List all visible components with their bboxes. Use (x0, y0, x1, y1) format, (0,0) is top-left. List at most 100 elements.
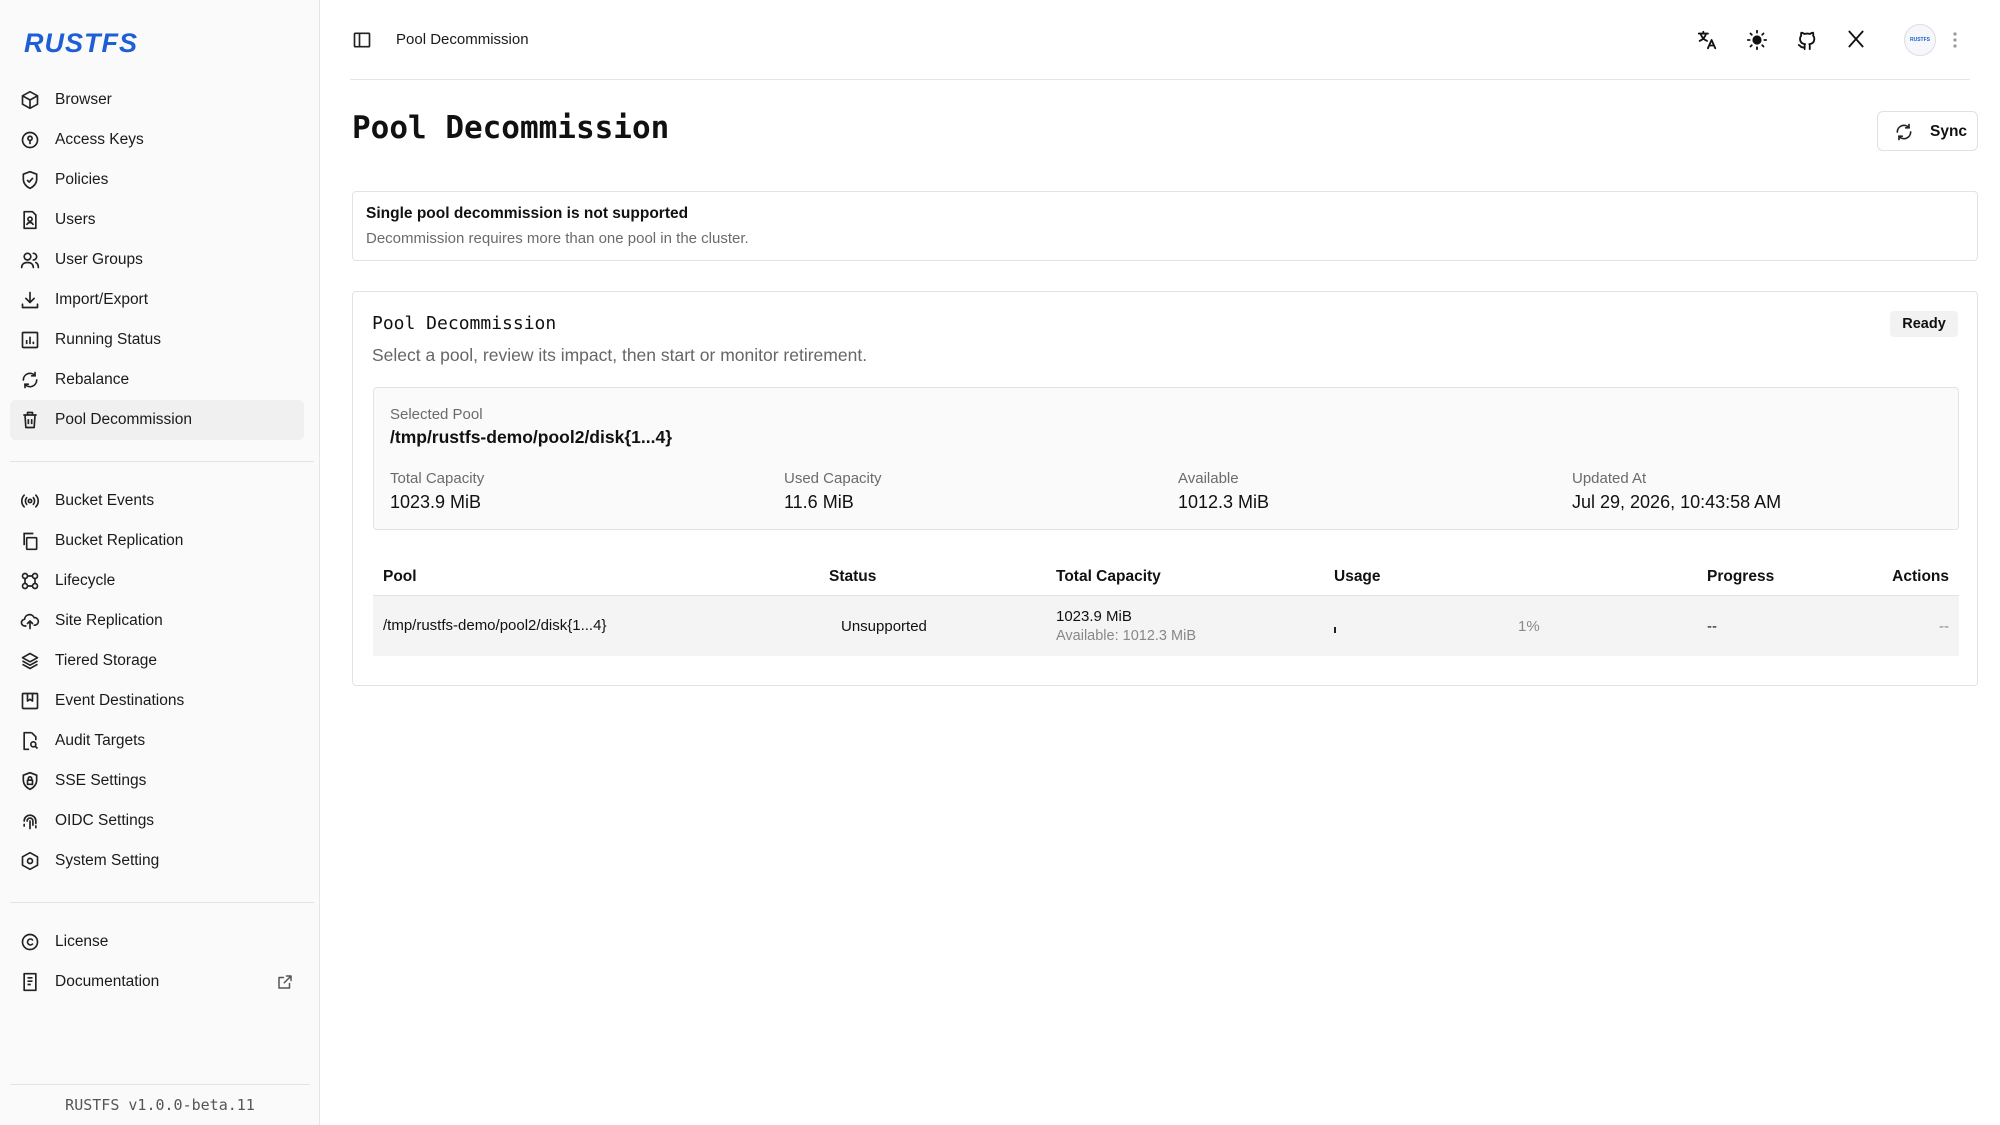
copyright-icon (20, 932, 40, 952)
sidebar-divider (10, 902, 314, 903)
github-icon[interactable] (1796, 29, 1818, 51)
x-twitter-icon[interactable] (1846, 29, 1868, 51)
sidebar-item-oidc-settings[interactable]: OIDC Settings (10, 801, 304, 841)
document-icon (20, 972, 40, 992)
sidebar-toggle-icon[interactable] (352, 30, 374, 52)
stat-available: Available 1012.3 MiB (1178, 470, 1269, 513)
sidebar-item-access-keys[interactable]: Access Keys (10, 120, 304, 160)
layers-icon (20, 651, 40, 671)
rustfs-logo[interactable]: RUSTFS (24, 28, 138, 58)
sidebar-item-user-groups[interactable]: User Groups (10, 240, 304, 280)
stat-label: Available (1178, 470, 1239, 487)
pool-actions[interactable]: -- (1939, 618, 1949, 635)
decommission-card: Pool Decommission Select a pool, review … (352, 291, 1978, 686)
translate-icon[interactable] (1696, 29, 1718, 51)
stat-label: Updated At (1572, 470, 1647, 487)
refresh-icon (1894, 122, 1914, 142)
selected-pool-label: Selected Pool (390, 406, 483, 423)
sidebar-item-import-export[interactable]: Import/Export (10, 280, 304, 320)
column-header-progress: Progress (1707, 568, 1775, 585)
breadcrumb: Pool Decommission (396, 31, 529, 48)
selected-pool-panel: Selected Pool /tmp/rustfs-demo/pool2/dis… (373, 387, 1959, 530)
usage-percent: 1% (1518, 618, 1540, 635)
sidebar-item-policies[interactable]: Policies (10, 160, 304, 200)
sidebar-item-label: Policies (55, 171, 109, 188)
sidebar-item-label: Bucket Events (55, 492, 155, 509)
top-header: Pool Decommission RUSTFS (350, 0, 1970, 80)
column-header-actions: Actions (1892, 568, 1949, 585)
sidebar-item-label: Documentation (55, 973, 160, 990)
sidebar-item-site-replication[interactable]: Site Replication (10, 601, 304, 641)
stat-label: Used Capacity (784, 470, 882, 487)
sidebar-item-label: Import/Export (55, 291, 149, 308)
sidebar-item-label: Access Keys (55, 131, 144, 148)
sidebar-item-event-destinations[interactable]: Event Destinations (10, 681, 304, 721)
pool-path: /tmp/rustfs-demo/pool2/disk{1...4} (383, 617, 607, 634)
theme-sun-icon[interactable] (1746, 29, 1768, 51)
alert-description: Decommission requires more than one pool… (366, 230, 749, 247)
sidebar-item-pool-decommission[interactable]: Pool Decommission (10, 400, 304, 440)
pool-status: Unsupported (841, 618, 927, 635)
box-icon (20, 90, 40, 110)
sync-button[interactable]: Sync (1877, 111, 1978, 151)
download-icon (20, 290, 40, 310)
alert-title: Single pool decommission is not supporte… (366, 205, 689, 222)
sidebar-item-sse-settings[interactable]: SSE Settings (10, 761, 304, 801)
usage-bar (1334, 627, 1336, 633)
pool-progress: -- (1707, 618, 1717, 635)
pool-total-capacity: 1023.9 MiB (1056, 608, 1132, 625)
sidebar-item-system-setting[interactable]: System Setting (10, 841, 304, 881)
sidebar-item-label: Users (55, 211, 96, 228)
sidebar-item-license[interactable]: License (10, 922, 304, 962)
column-header-status: Status (829, 568, 877, 585)
table-row[interactable]: /tmp/rustfs-demo/pool2/disk{1...4} Unsup… (373, 596, 1959, 656)
users-icon (20, 250, 40, 270)
sidebar-item-bucket-replication[interactable]: Bucket Replication (10, 521, 304, 561)
settings-hex-icon (20, 851, 40, 871)
sidebar-item-label: Rebalance (55, 371, 130, 388)
sidebar-item-label: Audit Targets (55, 732, 146, 749)
sidebar: RUSTFS Browser Access Keys Policies User… (0, 0, 320, 1125)
sidebar-item-lifecycle[interactable]: Lifecycle (10, 561, 304, 601)
bar-chart-icon (20, 330, 40, 350)
sidebar-item-label: Tiered Storage (55, 652, 157, 669)
selected-pool-value: /tmp/rustfs-demo/pool2/disk{1...4} (390, 427, 672, 447)
fingerprint-icon (20, 811, 40, 831)
bookmark-icon (20, 691, 40, 711)
stat-used-capacity: Used Capacity 11.6 MiB (784, 470, 882, 513)
broadcast-icon (20, 491, 40, 511)
sidebar-item-browser[interactable]: Browser (10, 80, 304, 120)
cloud-upload-icon (20, 611, 40, 631)
sidebar-item-bucket-events[interactable]: Bucket Events (10, 481, 304, 521)
column-header-total-capacity: Total Capacity (1056, 568, 1161, 585)
sidebar-divider (10, 461, 314, 462)
avatar[interactable]: RUSTFS (1904, 24, 1936, 56)
column-header-usage: Usage (1334, 568, 1381, 585)
sidebar-item-audit-targets[interactable]: Audit Targets (10, 721, 304, 761)
stat-value: 11.6 MiB (784, 492, 854, 512)
stat-label: Total Capacity (390, 470, 485, 487)
app-version: RUSTFS v1.0.0-beta.11 (10, 1084, 310, 1125)
sidebar-item-label: Lifecycle (55, 572, 116, 589)
stat-total-capacity: Total Capacity 1023.9 MiB (390, 470, 484, 513)
sidebar-item-label: Bucket Replication (55, 532, 184, 549)
sidebar-item-running-status[interactable]: Running Status (10, 320, 304, 360)
page-title: Pool Decommission (352, 110, 670, 146)
user-file-icon (20, 210, 40, 230)
more-vertical-icon[interactable] (1950, 28, 1960, 52)
sidebar-item-label: License (55, 933, 109, 950)
sidebar-item-label: SSE Settings (55, 772, 147, 789)
sidebar-item-label: Pool Decommission (55, 411, 192, 428)
stat-updated-at: Updated At Jul 29, 2026, 10:43:58 AM (1572, 470, 1781, 513)
sidebar-item-rebalance[interactable]: Rebalance (10, 360, 304, 400)
sidebar-item-users[interactable]: Users (10, 200, 304, 240)
copy-icon (20, 531, 40, 551)
sidebar-item-label: Browser (55, 91, 112, 108)
sidebar-item-label: OIDC Settings (55, 812, 155, 829)
sidebar-item-documentation[interactable]: Documentation (10, 962, 304, 1002)
sidebar-item-tiered-storage[interactable]: Tiered Storage (10, 641, 304, 681)
stat-value: Jul 29, 2026, 10:43:58 AM (1572, 492, 1782, 512)
sidebar-item-label: Site Replication (55, 612, 163, 629)
table-header: Pool Status Total Capacity Usage Progres… (373, 554, 1959, 596)
sync-button-label: Sync (1930, 123, 1968, 140)
